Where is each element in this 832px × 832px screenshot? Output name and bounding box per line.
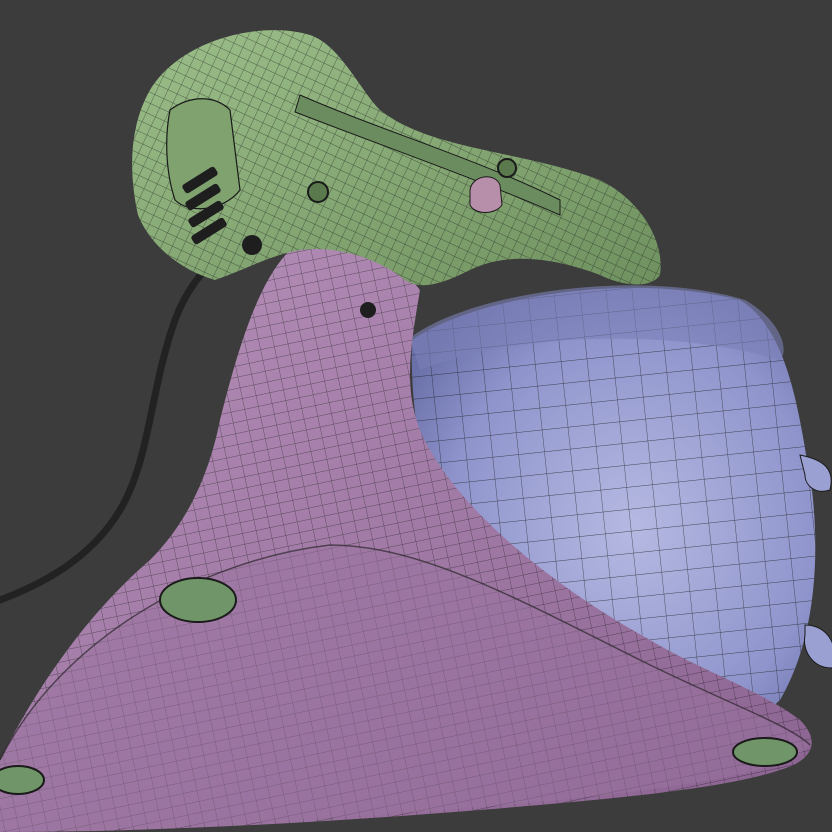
mixer-render — [0, 30, 832, 832]
viewport — [0, 0, 832, 832]
